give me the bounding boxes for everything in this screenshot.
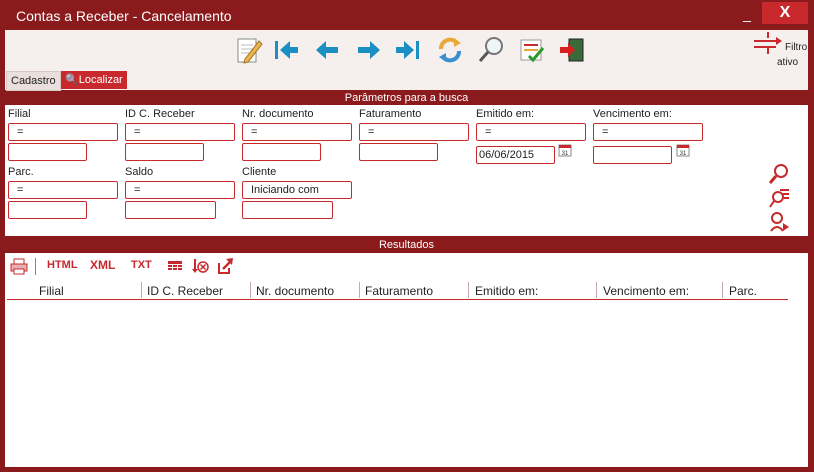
svg-text:31: 31 bbox=[562, 151, 569, 157]
columns-icon[interactable] bbox=[166, 257, 184, 275]
status-area bbox=[5, 456, 808, 467]
column-separator[interactable] bbox=[250, 282, 251, 298]
search-icon[interactable] bbox=[768, 163, 790, 185]
nr-documento-operator[interactable]: = bbox=[242, 123, 352, 141]
next-icon[interactable] bbox=[352, 33, 386, 67]
first-icon[interactable] bbox=[269, 33, 303, 67]
filial-label: Filial bbox=[8, 108, 31, 120]
filter-icon bbox=[754, 32, 782, 54]
nr-documento-input[interactable] bbox=[242, 143, 321, 161]
column-header[interactable]: Filial bbox=[39, 282, 64, 300]
clear-sort-icon[interactable] bbox=[191, 257, 209, 275]
parc-input[interactable] bbox=[8, 201, 87, 219]
close-button[interactable]: X bbox=[762, 2, 808, 24]
title-bar: Contas a Receber - Cancelamento _ X bbox=[0, 0, 814, 30]
column-separator[interactable] bbox=[359, 282, 360, 298]
cliente-input[interactable] bbox=[242, 201, 333, 219]
print-icon[interactable] bbox=[10, 257, 28, 275]
calendar-icon[interactable]: 31 bbox=[558, 143, 572, 157]
tab-bar: Cadastro 🔍Localizar bbox=[5, 70, 808, 91]
results-grid: Filial ID C. Receber Nr. documento Fatur… bbox=[5, 280, 808, 456]
saldo-input[interactable] bbox=[125, 201, 216, 219]
vencimento-label: Vencimento em: bbox=[593, 108, 672, 120]
id-receber-label: ID C. Receber bbox=[125, 108, 195, 120]
column-header[interactable]: Emitido em: bbox=[475, 282, 538, 300]
last-icon[interactable] bbox=[391, 33, 425, 67]
column-header[interactable]: Vencimento em: bbox=[603, 282, 689, 300]
header-underline bbox=[7, 299, 788, 300]
export-xml-button[interactable]: XML bbox=[90, 258, 115, 272]
filter-label: Filtro bbox=[785, 42, 808, 53]
edit-icon[interactable] bbox=[231, 33, 265, 67]
nr-documento-label: Nr. documento bbox=[242, 108, 314, 120]
minimize-button[interactable]: _ bbox=[738, 4, 756, 24]
previous-icon[interactable] bbox=[310, 33, 344, 67]
tab-localizar-label: Localizar bbox=[78, 74, 123, 86]
vencimento-input[interactable] bbox=[593, 146, 672, 164]
column-header[interactable]: Nr. documento bbox=[256, 282, 334, 300]
vencimento-operator[interactable]: = bbox=[593, 123, 703, 141]
parc-operator[interactable]: = bbox=[8, 181, 118, 199]
export-icon[interactable] bbox=[216, 257, 234, 275]
saldo-operator[interactable]: = bbox=[125, 181, 235, 199]
search-icon[interactable] bbox=[474, 33, 508, 67]
main-toolbar: Filtro ativo bbox=[5, 30, 808, 70]
exit-icon[interactable] bbox=[555, 33, 589, 67]
export-txt-button[interactable]: TXT bbox=[131, 259, 152, 271]
refresh-icon[interactable] bbox=[433, 33, 467, 67]
emitido-operator[interactable]: = bbox=[476, 123, 586, 141]
column-header[interactable]: Faturamento bbox=[365, 282, 433, 300]
filial-operator[interactable]: = bbox=[8, 123, 118, 141]
column-separator[interactable] bbox=[596, 282, 597, 298]
filter-active[interactable]: Filtro ativo bbox=[750, 30, 810, 70]
faturamento-input[interactable] bbox=[359, 143, 438, 161]
search-next-icon[interactable] bbox=[768, 211, 790, 233]
id-receber-operator[interactable]: = bbox=[125, 123, 235, 141]
column-header[interactable]: ID C. Receber bbox=[147, 282, 223, 300]
calendar-icon[interactable]: 31 bbox=[676, 143, 690, 157]
column-separator[interactable] bbox=[468, 282, 469, 298]
filter-label-active: ativo bbox=[777, 57, 799, 68]
emitido-label: Emitido em: bbox=[476, 108, 535, 120]
faturamento-label: Faturamento bbox=[359, 108, 422, 120]
params-header: Parâmetros para a busca bbox=[5, 91, 808, 105]
cliente-label: Cliente bbox=[242, 166, 277, 178]
results-toolbar: HTML XML TXT bbox=[5, 253, 808, 280]
column-separator[interactable] bbox=[722, 282, 723, 298]
magnifier-icon: 🔍 bbox=[65, 74, 79, 86]
id-receber-input[interactable] bbox=[125, 143, 204, 161]
tab-cadastro[interactable]: Cadastro bbox=[6, 71, 61, 91]
svg-text:31: 31 bbox=[680, 151, 687, 157]
filial-input[interactable] bbox=[8, 143, 87, 161]
emitido-input[interactable]: 06/06/2015 bbox=[476, 146, 555, 164]
parc-label: Parc. bbox=[8, 166, 34, 178]
cliente-operator[interactable]: Iniciando com bbox=[242, 181, 352, 199]
faturamento-operator[interactable]: = bbox=[359, 123, 469, 141]
column-separator[interactable] bbox=[141, 282, 142, 298]
search-filter-icon[interactable] bbox=[768, 187, 790, 209]
window-title: Contas a Receber - Cancelamento bbox=[16, 8, 232, 24]
results-header: Resultados bbox=[5, 238, 808, 252]
search-params: Filial ID C. Receber Nr. documento Fatur… bbox=[5, 105, 808, 236]
window: Contas a Receber - Cancelamento _ X Filt… bbox=[0, 0, 814, 472]
column-header[interactable]: Parc. bbox=[729, 282, 757, 300]
toolbar-divider bbox=[35, 258, 36, 275]
export-html-button[interactable]: HTML bbox=[47, 259, 78, 271]
checklist-icon[interactable] bbox=[515, 33, 549, 67]
tab-localizar[interactable]: 🔍Localizar bbox=[61, 71, 127, 89]
saldo-label: Saldo bbox=[125, 166, 154, 178]
